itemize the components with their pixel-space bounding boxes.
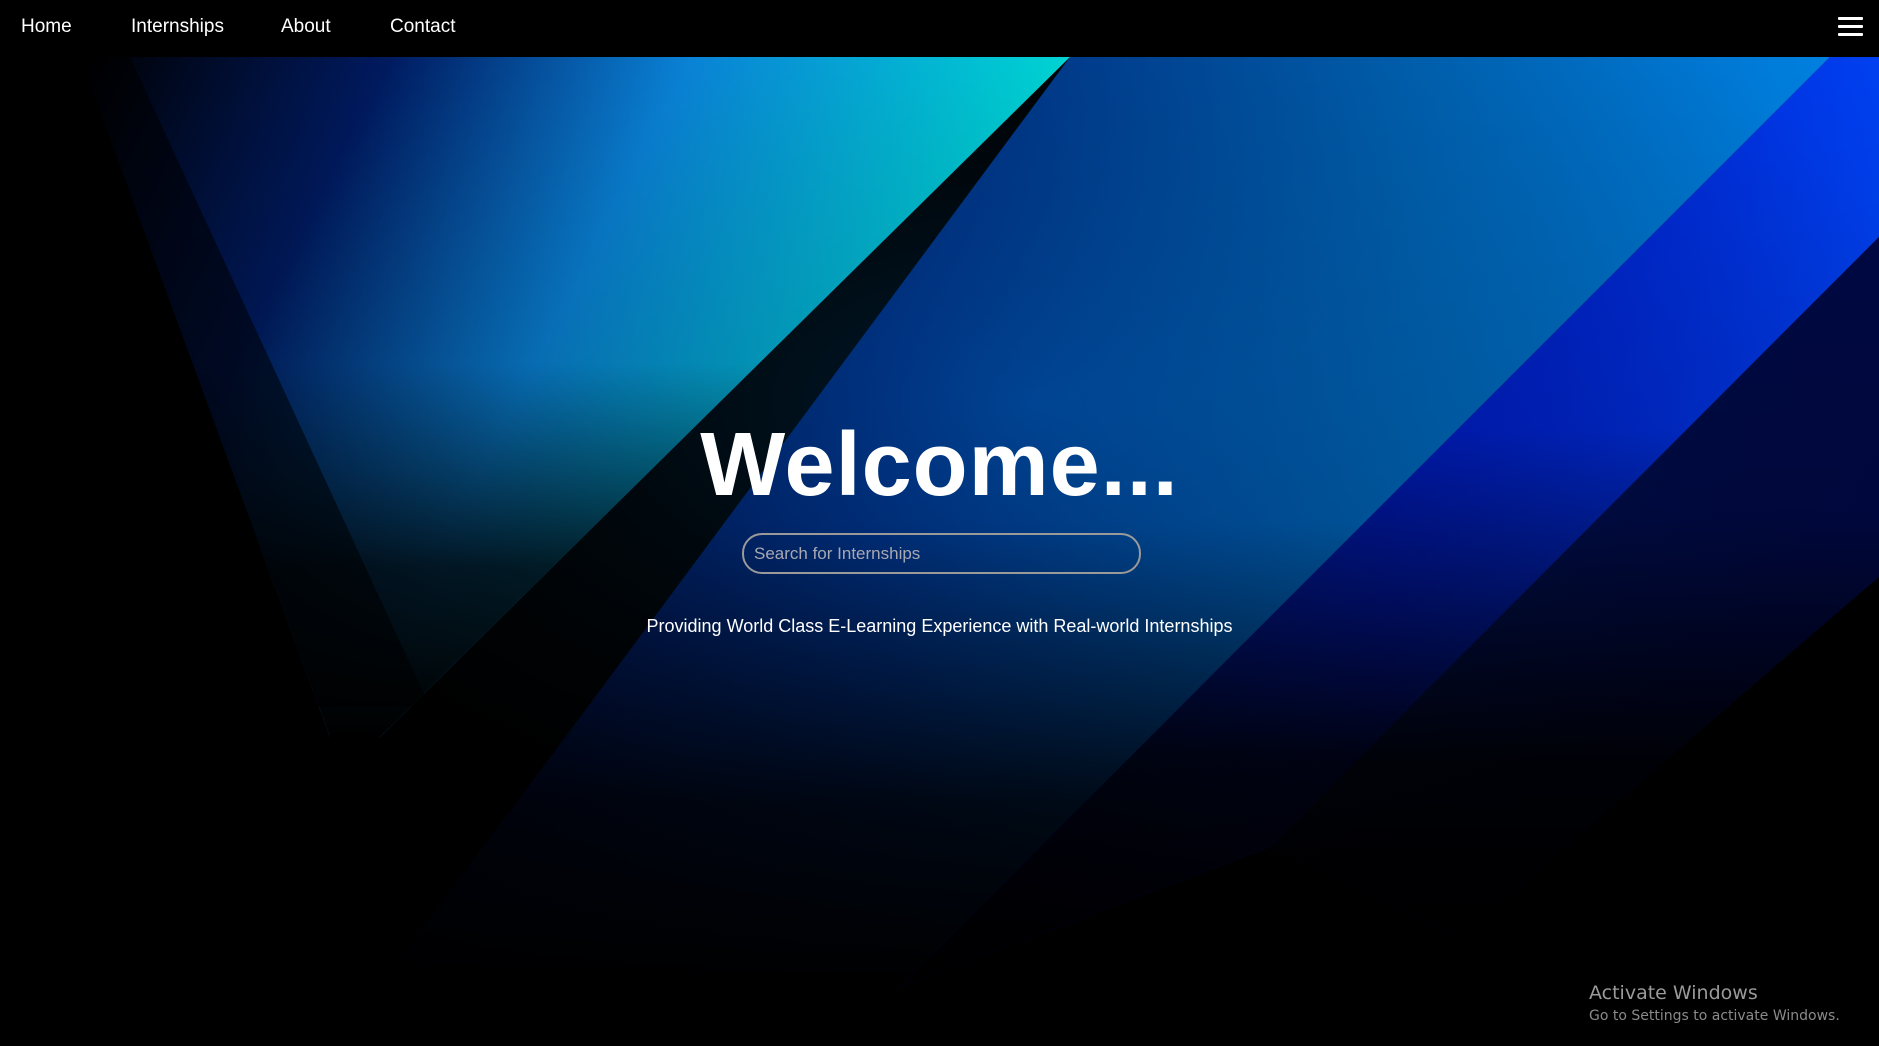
nav-link-about[interactable]: About <box>281 16 331 38</box>
page: Home Internships About Contact Welcome..… <box>0 0 1879 1046</box>
search-container <box>742 533 1141 574</box>
nav-link-internships[interactable]: Internships <box>131 16 224 38</box>
nav-link-home[interactable]: Home <box>21 16 72 38</box>
hamburger-menu-icon[interactable] <box>1835 14 1865 40</box>
search-input[interactable] <box>742 533 1141 574</box>
menu-bar <box>1838 17 1863 20</box>
menu-bar <box>1838 33 1863 36</box>
top-navbar: Home Internships About Contact <box>0 0 1879 57</box>
welcome-title: Welcome... <box>700 415 1179 515</box>
hero-tagline: Providing World Class E-Learning Experie… <box>646 616 1233 636</box>
watermark-title: Activate Windows <box>1589 982 1758 1004</box>
menu-bar <box>1838 25 1863 28</box>
windows-activation-watermark: Activate Windows Go to Settings to activ… <box>1589 982 1840 1026</box>
watermark-subtitle: Go to Settings to activate Windows. <box>1589 1008 1840 1024</box>
nav-link-contact[interactable]: Contact <box>390 16 455 38</box>
